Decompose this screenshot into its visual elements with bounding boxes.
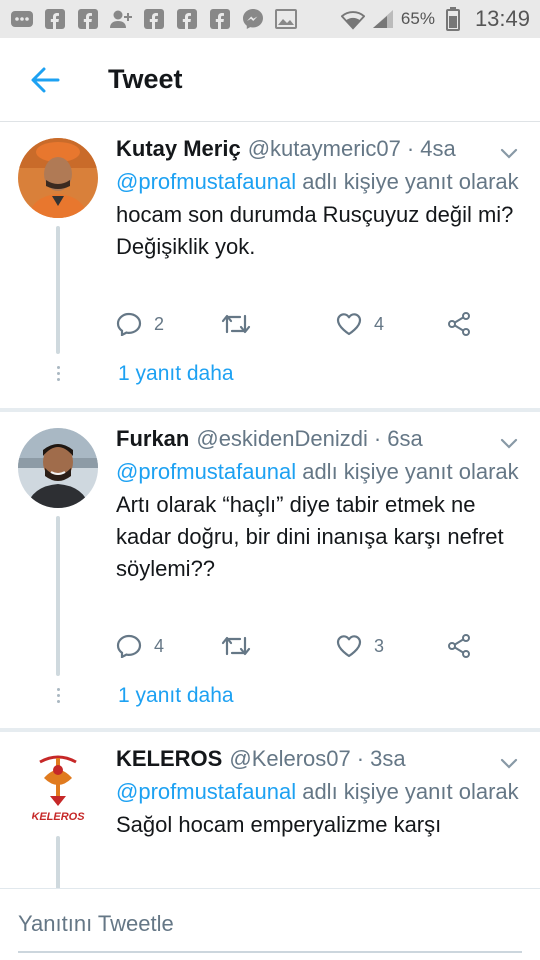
- retweet-icon: [221, 314, 251, 334]
- user-name[interactable]: Furkan: [116, 424, 189, 454]
- separator: ·: [356, 746, 365, 771]
- tweet-card[interactable]: Furkan @eskidenDenizdi · 6sa @profmustaf…: [0, 412, 540, 728]
- retweet-icon: [221, 636, 251, 656]
- tweet-card[interactable]: KELEROS KELEROS @Keleros07 · 3sa @profmu…: [0, 732, 540, 890]
- battery-icon: [441, 7, 465, 31]
- tweet-content: Furkan @eskidenDenizdi · 6sa @profmustaf…: [116, 424, 520, 585]
- clock: 13:49: [474, 6, 530, 31]
- tweet-time: 4sa: [420, 136, 456, 161]
- messages-icon: [10, 8, 34, 30]
- thread-line: [56, 226, 60, 354]
- reply-context-label: adlı kişiye yanıt olarak: [296, 459, 519, 484]
- tweet-actions: 4 3: [116, 634, 496, 664]
- like-count: 4: [374, 313, 385, 334]
- wifi-icon: [340, 8, 365, 30]
- notification-icons: [10, 8, 298, 30]
- retweet-button[interactable]: [220, 312, 264, 336]
- tweet-actions: 2 4: [116, 312, 496, 342]
- signal-icon: [371, 8, 395, 30]
- reply-context: @profmustafaunal adlı kişiye yanıt olara…: [116, 456, 520, 488]
- battery-percentage: 65%: [400, 9, 435, 28]
- like-button[interactable]: 3: [336, 634, 384, 658]
- status-bar: 65% 13:49: [0, 0, 540, 38]
- reply-count: 2: [154, 313, 165, 334]
- tweet-time: 6sa: [387, 426, 423, 451]
- app-header: Tweet: [0, 38, 540, 122]
- tweet-feed[interactable]: Kutay Meriç @kutaymeric07 · 4sa @profmus…: [0, 122, 540, 890]
- back-button[interactable]: [0, 38, 90, 122]
- like-count: 3: [374, 635, 385, 656]
- avatar[interactable]: KELEROS: [18, 748, 98, 828]
- separator: ·: [373, 426, 382, 451]
- heart-icon: [336, 313, 362, 336]
- reply-button[interactable]: 2: [116, 312, 164, 336]
- user-name[interactable]: KELEROS: [116, 744, 222, 774]
- reply-icon: [116, 312, 142, 336]
- tweet-content: KELEROS @Keleros07 · 3sa @profmustafauna…: [116, 744, 520, 841]
- share-icon: [448, 312, 470, 336]
- share-icon: [448, 634, 470, 658]
- share-button[interactable]: [446, 634, 472, 658]
- reply-context-label: adlı kişiye yanıt olarak: [296, 169, 519, 194]
- add-friend-icon: [109, 8, 133, 30]
- thread-dots: [56, 366, 60, 381]
- chevron-down-icon[interactable]: [498, 142, 520, 164]
- more-replies-link[interactable]: 1 yanıt daha: [118, 684, 234, 708]
- thread-dots: [56, 688, 60, 703]
- thread-line: [56, 836, 60, 890]
- reply-context-label: adlı kişiye yanıt olarak: [296, 779, 519, 804]
- facebook-icon: [175, 8, 199, 30]
- input-underline: [18, 951, 522, 953]
- tweet-header: Furkan @eskidenDenizdi · 6sa: [116, 424, 520, 454]
- user-name[interactable]: Kutay Meriç: [116, 134, 241, 164]
- tweet-content: Kutay Meriç @kutaymeric07 · 4sa @profmus…: [116, 134, 520, 263]
- gallery-icon: [274, 8, 298, 30]
- reply-context: @profmustafaunal adlı kişiye yanıt olara…: [116, 166, 520, 198]
- reply-context: @profmustafaunal adlı kişiye yanıt olara…: [116, 776, 520, 808]
- user-handle[interactable]: @kutaymeric07: [248, 134, 401, 164]
- tweet-text: Sağol hocam emperyalizme karşı: [116, 812, 442, 837]
- retweet-button[interactable]: [220, 634, 264, 658]
- like-button[interactable]: 4: [336, 312, 384, 336]
- facebook-icon: [142, 8, 166, 30]
- avatar[interactable]: [18, 138, 98, 218]
- reply-icon: [116, 634, 142, 658]
- tweet-header: KELEROS @Keleros07 · 3sa: [116, 744, 520, 774]
- heart-icon: [336, 635, 362, 658]
- reply-button[interactable]: 4: [116, 634, 164, 658]
- tweet-text: hocam son durumda Rusçuyuz değil mi? Değ…: [116, 202, 514, 259]
- messenger-icon: [241, 8, 265, 30]
- user-handle[interactable]: @Keleros07: [229, 744, 350, 774]
- chevron-down-icon[interactable]: [498, 752, 520, 774]
- tweet-time: 3sa: [370, 746, 406, 771]
- system-indicators: 65% 13:49: [340, 6, 530, 32]
- tweet-header: Kutay Meriç @kutaymeric07 · 4sa: [116, 134, 520, 164]
- thread-line: [56, 516, 60, 676]
- separator: ·: [406, 136, 415, 161]
- reply-input[interactable]: Yanıtını Tweetle: [18, 911, 174, 937]
- avatar[interactable]: [18, 428, 98, 508]
- more-replies-link[interactable]: 1 yanıt daha: [118, 362, 234, 386]
- facebook-icon: [76, 8, 100, 30]
- facebook-icon: [43, 8, 67, 30]
- reply-mention-link[interactable]: @profmustafaunal: [116, 169, 296, 194]
- page-title: Tweet: [108, 64, 183, 94]
- reply-count: 4: [154, 635, 165, 656]
- reply-mention-link[interactable]: @profmustafaunal: [116, 779, 296, 804]
- tweet-card[interactable]: Kutay Meriç @kutaymeric07 · 4sa @profmus…: [0, 122, 540, 408]
- chevron-down-icon[interactable]: [498, 432, 520, 454]
- user-handle[interactable]: @eskidenDenizdi: [196, 424, 368, 454]
- arrow-left-icon: [31, 67, 60, 92]
- reply-mention-link[interactable]: @profmustafaunal: [116, 459, 296, 484]
- avatar-logo-text: KELEROS: [31, 811, 85, 823]
- reply-composer[interactable]: Yanıtını Tweetle: [0, 888, 540, 960]
- share-button[interactable]: [446, 312, 472, 336]
- tweet-text: Artı olarak “haçlı” diye tabir etmek ne …: [116, 492, 504, 581]
- facebook-icon: [208, 8, 232, 30]
